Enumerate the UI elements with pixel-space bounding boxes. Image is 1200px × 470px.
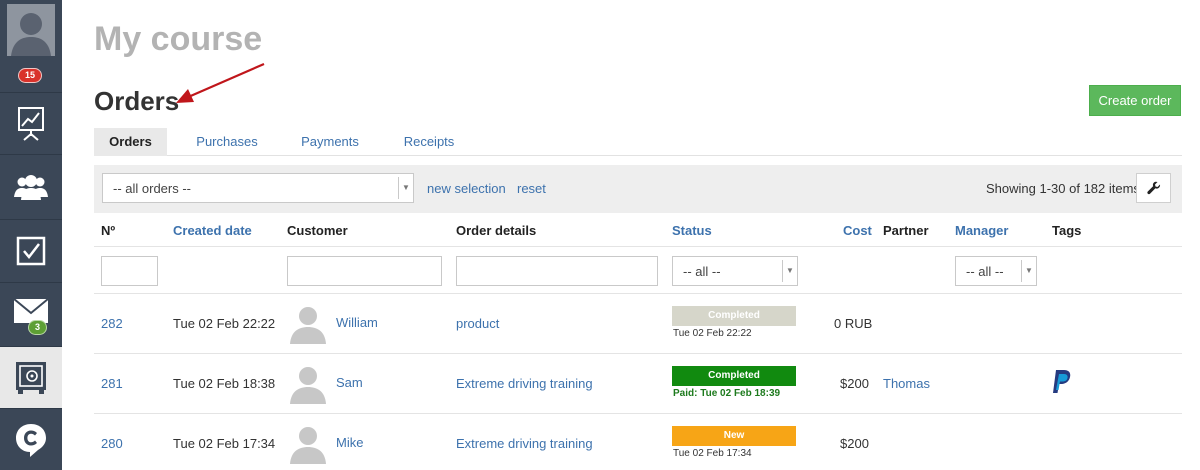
customer-avatar-icon bbox=[290, 307, 326, 344]
chevron-down-icon: ▼ bbox=[1021, 260, 1036, 282]
status-paid-date: Paid: Tue 02 Feb 18:39 bbox=[673, 388, 781, 399]
order-number-link[interactable]: 282 bbox=[101, 316, 123, 331]
section-title: Orders bbox=[94, 86, 180, 116]
safe-icon bbox=[16, 361, 46, 394]
status-date: Tue 02 Feb 22:22 bbox=[673, 328, 752, 339]
wrench-icon bbox=[1146, 181, 1160, 195]
col-tags: Tags bbox=[1052, 223, 1082, 238]
row-divider bbox=[94, 353, 1182, 354]
status-badge: Completed bbox=[672, 366, 796, 386]
status-badge: Completed bbox=[672, 306, 796, 326]
created-date: Tue 02 Feb 17:34 bbox=[173, 436, 276, 451]
order-details-filter-input[interactable] bbox=[456, 256, 658, 286]
created-date: Tue 02 Feb 22:22 bbox=[173, 316, 276, 331]
new-selection-link[interactable]: new selection bbox=[427, 181, 506, 196]
created-date: Tue 02 Feb 18:38 bbox=[173, 376, 276, 391]
sidebar-item-mail[interactable]: 3 bbox=[0, 283, 62, 347]
settings-button[interactable] bbox=[1136, 173, 1171, 203]
create-order-button[interactable]: Create order bbox=[1089, 85, 1181, 116]
sidebar-item-safe[interactable] bbox=[0, 347, 62, 409]
manager-filter-value: -- all -- bbox=[966, 264, 1004, 279]
cost-value: $200 bbox=[840, 376, 869, 391]
customer-name-link[interactable]: Mike bbox=[336, 435, 363, 450]
col-customer: Customer bbox=[287, 223, 348, 238]
order-details-link[interactable]: product bbox=[456, 316, 499, 331]
main-content: My course Orders Create order Orders Pur… bbox=[62, 0, 1200, 470]
partner-link[interactable]: Thomas bbox=[883, 376, 930, 391]
reset-link[interactable]: reset bbox=[517, 181, 546, 196]
order-details-link[interactable]: Extreme driving training bbox=[456, 376, 593, 391]
chevron-down-icon: ▼ bbox=[398, 177, 413, 199]
chat-logo-icon bbox=[16, 423, 46, 457]
status-badge: New bbox=[672, 426, 796, 446]
cost-value: $200 bbox=[840, 436, 869, 451]
cost-value: 0 RUB bbox=[834, 316, 873, 331]
red-arrow-annotation bbox=[176, 62, 265, 103]
filter-row-divider bbox=[94, 293, 1182, 294]
col-manager[interactable]: Manager bbox=[955, 223, 1008, 238]
col-order-details: Order details bbox=[456, 223, 537, 238]
customer-filter-input[interactable] bbox=[287, 256, 442, 286]
items-count: Showing 1-30 of 182 items. bbox=[986, 181, 1144, 196]
sidebar-item-chat[interactable] bbox=[0, 409, 62, 470]
order-details-link[interactable]: Extreme driving training bbox=[456, 436, 593, 451]
order-filter-value: -- all orders -- bbox=[113, 181, 192, 196]
customer-name-link[interactable]: William bbox=[336, 315, 378, 330]
tab-payments[interactable]: Payments bbox=[289, 128, 371, 156]
analytics-icon bbox=[18, 106, 44, 141]
order-number-link[interactable]: 280 bbox=[101, 436, 123, 451]
tab-receipts[interactable]: Receipts bbox=[394, 128, 464, 156]
sidebar-user-profile[interactable]: 15 bbox=[0, 0, 62, 93]
paypal-icon bbox=[1053, 370, 1071, 393]
row-divider bbox=[94, 413, 1182, 414]
users-icon bbox=[14, 175, 48, 200]
col-number: Nº bbox=[101, 223, 116, 238]
sidebar-item-analytics[interactable] bbox=[0, 93, 62, 155]
customer-avatar-icon bbox=[290, 427, 326, 464]
header-divider bbox=[94, 246, 1182, 247]
status-date: Tue 02 Feb 17:34 bbox=[673, 448, 752, 459]
tabs-bar: Orders Purchases Payments Receipts bbox=[94, 128, 1182, 156]
tab-purchases[interactable]: Purchases bbox=[187, 128, 267, 156]
number-filter-input[interactable] bbox=[101, 256, 158, 286]
tab-orders[interactable]: Orders bbox=[94, 128, 167, 156]
page-title: My course bbox=[94, 20, 263, 58]
customer-avatar-icon bbox=[290, 367, 326, 404]
sidebar-item-tasks[interactable] bbox=[0, 220, 62, 283]
sidebar: 15 3 bbox=[0, 0, 62, 470]
col-cost[interactable]: Cost bbox=[843, 223, 872, 238]
order-filter-select[interactable]: -- all orders -- ▼ bbox=[102, 173, 414, 203]
filter-bar: -- all orders -- ▼ new selection reset S… bbox=[94, 165, 1182, 213]
col-partner: Partner bbox=[883, 223, 929, 238]
order-number-link[interactable]: 281 bbox=[101, 376, 123, 391]
mail-badge: 3 bbox=[28, 320, 48, 335]
customer-name-link[interactable]: Sam bbox=[336, 375, 363, 390]
mail-icon bbox=[14, 298, 48, 323]
status-filter-value: -- all -- bbox=[683, 264, 721, 279]
sidebar-item-users[interactable] bbox=[0, 155, 62, 220]
notifications-badge[interactable]: 15 bbox=[18, 68, 43, 83]
manager-filter-select[interactable]: -- all -- ▼ bbox=[955, 256, 1037, 286]
col-status[interactable]: Status bbox=[672, 223, 712, 238]
user-avatar-icon bbox=[7, 4, 55, 56]
col-created-date[interactable]: Created date bbox=[173, 223, 252, 238]
tasks-icon bbox=[16, 236, 46, 266]
status-filter-select[interactable]: -- all -- ▼ bbox=[672, 256, 798, 286]
chevron-down-icon: ▼ bbox=[782, 260, 797, 282]
